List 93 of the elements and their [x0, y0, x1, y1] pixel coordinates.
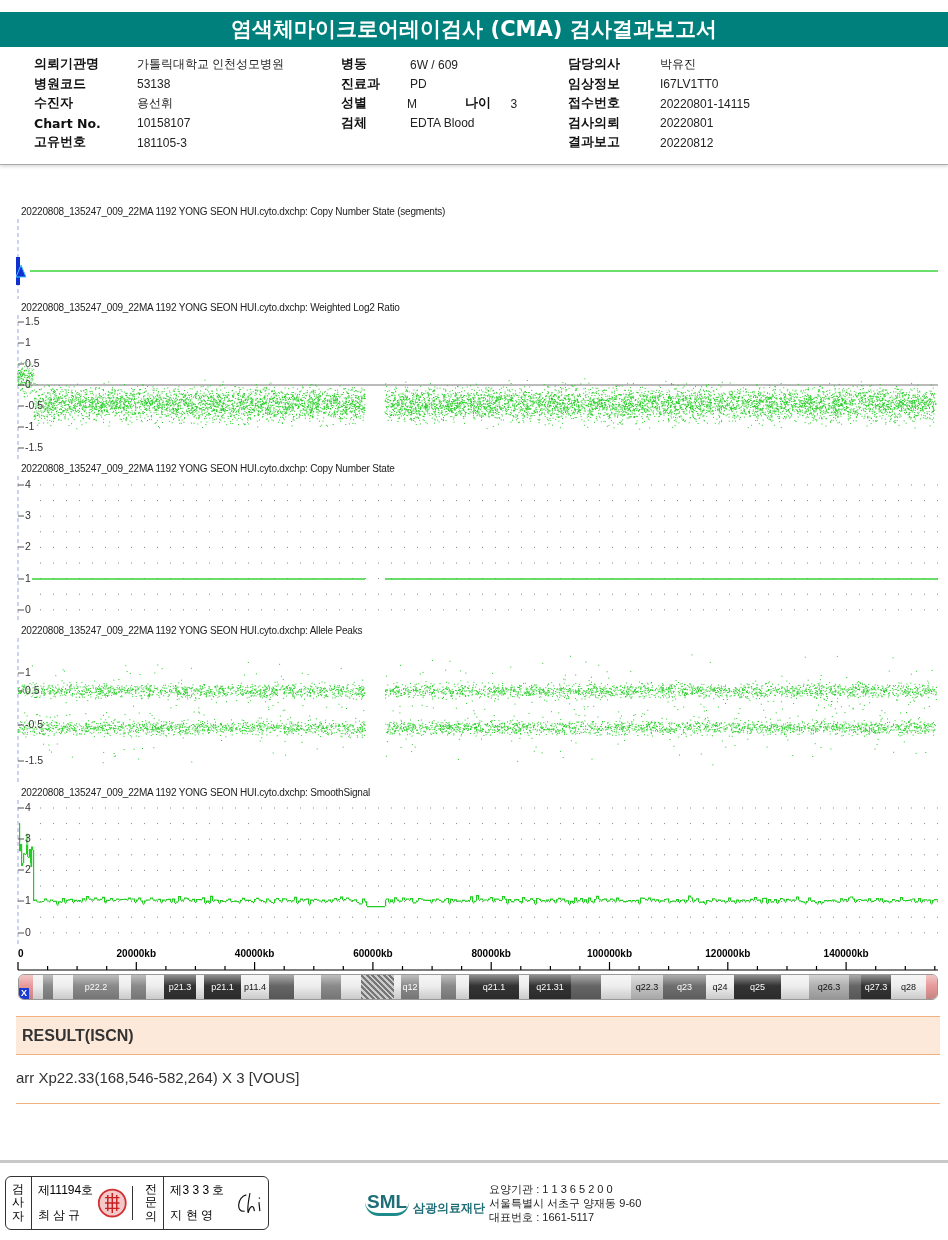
field-label: 수진자 — [34, 95, 74, 113]
field-value: 용선휘 — [137, 95, 173, 113]
axis-label: 0.5 — [25, 684, 40, 697]
field-label: 의뢰기관명 — [34, 56, 100, 74]
axis-label: 0 — [25, 603, 31, 616]
field-value: 20220801-14115 — [660, 96, 750, 111]
field-value: I67LV1TT0 — [660, 77, 719, 92]
axis-label: 140000kb — [823, 948, 869, 959]
license-number: 제11194호 — [37, 1182, 94, 1199]
section-heading: RESULT(ISCN) — [16, 1016, 940, 1055]
logo-mark: SML — [365, 1190, 410, 1216]
band-label: q21.1 — [469, 975, 519, 999]
band-label: q25 — [734, 975, 781, 999]
band-label: q24 — [706, 975, 734, 999]
field-label: 검체 — [341, 114, 368, 132]
license-number: 제3 3 3 호 — [170, 1182, 226, 1199]
band-label: q22.3 — [631, 975, 663, 999]
track-title: 20220808_135247_009_22MA 1192 YONG SEON HUI.cyto.dxchp: SmoothSignal — [20, 786, 372, 800]
axis-label: 60000kb — [353, 948, 393, 959]
axis-label: 2 — [25, 540, 31, 553]
band-label: q21.31 — [529, 975, 571, 999]
band-label: q26.3 — [809, 975, 849, 999]
field-label: 접수번호 — [568, 95, 621, 113]
axis-label: 40000kb — [234, 948, 275, 959]
address-line: 대표번호 : 1661-5117 — [489, 1210, 596, 1224]
field-value: 20220801 — [660, 116, 714, 131]
axis-label: 1 — [25, 894, 31, 907]
axis-label: 4 — [25, 478, 31, 491]
axis-label: -1 — [25, 420, 35, 433]
field-label: 결과보고 — [568, 134, 621, 152]
field-label: 병원코드 — [34, 75, 87, 93]
track-title: 20220808_135247_009_22MA 1192 YONG SEON HUI.cyto.dxchp: Copy Number State (segments) — [20, 205, 447, 219]
role-label: 검사자 — [6, 1177, 32, 1229]
field-value: 6W / 609 — [410, 57, 460, 72]
axis-label: -1.5 — [25, 441, 44, 454]
axis-label: 0 — [25, 926, 31, 939]
track-title: 20220808_135247_009_22MA 1192 YONG SEON HUI.cyto.dxchp: Allele Peaks — [20, 624, 364, 638]
field-value: 3 — [510, 96, 519, 111]
field-value: 가톨릭대학교 인천성모병원 — [137, 56, 285, 74]
axis-label: 80000kb — [471, 948, 511, 959]
field-label: 임상정보 — [568, 75, 621, 93]
field-value: 20220812 — [660, 135, 714, 150]
address-line: 요양기관 : 1 1 3 6 5 2 0 0 — [489, 1182, 614, 1196]
field-value: 181105-3 — [137, 135, 187, 150]
axis-label: 0 — [25, 378, 31, 391]
person-name: 지 현 영 — [170, 1207, 215, 1224]
axis-label: -0.5 — [25, 399, 44, 412]
field-value: M — [407, 96, 419, 111]
result-text: arr Xp22.33(168,546-582,264) X 3 [VOUS] — [16, 1055, 940, 1104]
band-label: q28 — [891, 975, 926, 999]
role-label: 전문의 — [138, 1177, 165, 1229]
axis-label: 3 — [25, 509, 31, 522]
field-value: PD — [410, 77, 428, 92]
axis-label: 0 — [18, 948, 24, 959]
field-label: 진료과 — [341, 75, 381, 93]
axis-label: 1.5 — [25, 315, 40, 328]
field-value: 10158107 — [137, 116, 191, 131]
field-value: 박유진 — [660, 56, 696, 74]
track-title: 20220808_135247_009_22MA 1192 YONG SEON HUI.cyto.dxchp: Copy Number State — [20, 462, 396, 476]
field-value: 53138 — [137, 77, 171, 92]
axis-label: 1 — [25, 336, 31, 349]
axis-label: 1 — [25, 666, 31, 679]
field-label: 성별 — [341, 95, 368, 113]
field-label: Chart No. — [34, 115, 102, 131]
field-label: 고유번호 — [34, 134, 87, 152]
band-label: q27.3 — [861, 975, 891, 999]
track-title: 20220808_135247_009_22MA 1192 YONG SEON HUI.cyto.dxchp: Weighted Log2 Ratio — [20, 301, 401, 315]
axis-label: 120000kb — [705, 948, 751, 959]
chromosome-label: X — [19, 988, 29, 999]
band-label: p21.1 — [204, 975, 241, 999]
field-label: 나이 — [464, 95, 492, 113]
axis-label: 100000kb — [587, 948, 632, 959]
axis-label: 1 — [25, 572, 31, 585]
organization-name: 삼광의료재단 — [413, 1199, 486, 1217]
axis-label: 4 — [25, 801, 31, 814]
address-line: 서울특별시 서초구 양재동 9-60 — [489, 1196, 642, 1210]
band-label: q12 — [401, 975, 419, 999]
axis-label: -1.5 — [25, 754, 44, 767]
axis-label: 2 — [25, 863, 31, 876]
report-title: 염색체마이크로어레이검사 (CMA) 검사결과보고서 — [0, 12, 948, 47]
seal-icon — [97, 1186, 133, 1220]
gain-marker-icon — [16, 257, 27, 285]
field-label: 검사의뢰 — [568, 114, 621, 132]
axis-label: -0.5 — [25, 718, 44, 731]
person-name: 최 삼 규 — [37, 1207, 82, 1224]
field-label: 병동 — [341, 56, 368, 74]
axis-label: 20000kb — [116, 948, 157, 959]
band-label: p11.4 — [241, 975, 269, 999]
band-label: p21.3 — [164, 975, 196, 999]
band-label: q23 — [663, 975, 706, 999]
axis-label: 0.5 — [25, 357, 40, 370]
field-label: 담당의사 — [568, 56, 621, 74]
band-label: p22.2 — [73, 975, 119, 999]
